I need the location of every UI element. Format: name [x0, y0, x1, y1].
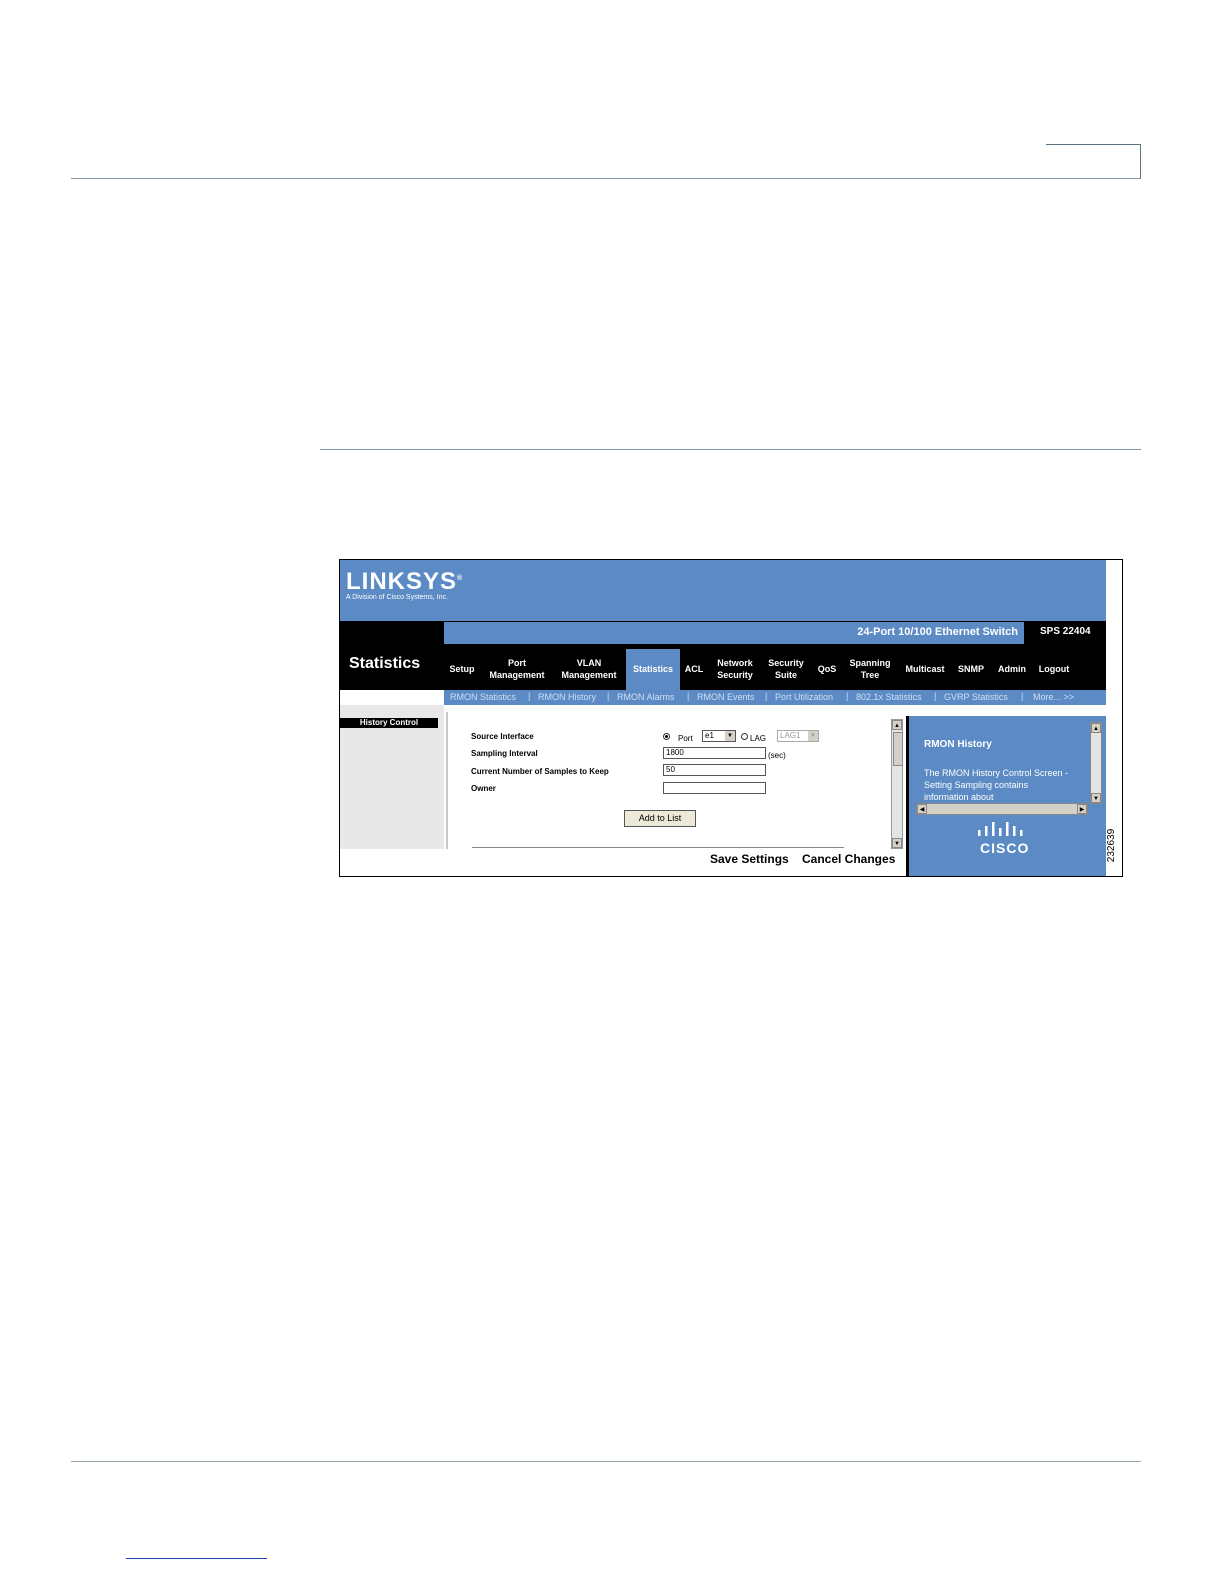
product-bar: 24-Port 10/100 Ethernet Switch	[444, 622, 1024, 644]
help-horizontal-scrollbar[interactable]: ◀ ▶	[916, 803, 1088, 815]
chevron-down-icon: ▼	[808, 731, 818, 741]
tab-label: Port Management	[489, 658, 545, 680]
lag-radio[interactable]	[741, 733, 748, 740]
product-name: 24-Port 10/100 Ethernet Switch	[857, 626, 1018, 638]
lag-select[interactable]: LAG1 ▼	[777, 730, 819, 742]
help-vertical-scrollbar[interactable]: ▲ ▼	[1090, 722, 1102, 804]
owner-input[interactable]	[663, 782, 766, 794]
tab-acl[interactable]: ACL	[682, 663, 706, 675]
tab-label: Admin	[998, 664, 1026, 674]
logo-registered-mark: ®	[457, 575, 464, 582]
tab-label: Statistics	[632, 664, 674, 674]
history-control-menu-item[interactable]: History Control	[340, 718, 438, 728]
sampling-unit-label: (sec)	[768, 751, 786, 760]
tab-label: QoS	[817, 664, 837, 674]
sublink-8021x-statistics[interactable]: 802.1x Statistics	[856, 692, 922, 702]
scroll-up-icon[interactable]: ▲	[1091, 723, 1101, 733]
tab-vlan-management[interactable]: VLAN Management	[556, 657, 622, 681]
logo-subtitle: A Division of Cisco Systems, Inc.	[346, 594, 448, 601]
cisco-logo-icon	[978, 822, 1023, 836]
linksys-logo: LINKSYS®	[346, 568, 463, 596]
tab-network-security[interactable]: Network Security	[710, 657, 760, 681]
chapter-tab-box	[1046, 144, 1141, 179]
source-interface-label: Source Interface	[471, 732, 534, 741]
sublink-rmon-alarms[interactable]: RMON Alarms	[617, 692, 675, 702]
scroll-down-icon[interactable]: ▼	[892, 838, 902, 848]
tab-qos[interactable]: QoS	[812, 663, 842, 675]
tab-port-management[interactable]: Port Management	[484, 657, 550, 681]
port-radio[interactable]	[663, 733, 670, 740]
tab-security-suite[interactable]: Security Suite	[764, 657, 808, 681]
scrollbar-thumb[interactable]	[893, 732, 903, 766]
header-rule	[71, 178, 1141, 179]
model-name: SPS 22404	[1040, 626, 1091, 637]
sampling-interval-label: Sampling Interval	[471, 749, 538, 758]
sublink-rmon-history[interactable]: RMON History	[538, 692, 596, 702]
lag-radio-label: LAG	[750, 734, 767, 743]
port-select[interactable]: e1 ▼	[702, 730, 736, 742]
section-rule	[320, 449, 1141, 450]
save-settings-button[interactable]: Save Settings	[710, 852, 789, 866]
figure-number: 232639	[1106, 822, 1122, 872]
sublink-gvrp-statistics[interactable]: GVRP Statistics	[944, 692, 1008, 702]
lag-select-value: LAG1	[780, 731, 801, 740]
tab-admin[interactable]: Admin	[992, 663, 1032, 675]
samples-to-keep-input[interactable]: 50	[663, 764, 766, 776]
samples-to-keep-label: Current Number of Samples to Keep	[471, 767, 609, 776]
tab-statistics[interactable]: Statistics	[626, 663, 680, 675]
scroll-left-icon[interactable]: ◀	[917, 804, 927, 814]
logo-text: LINKSYS	[346, 568, 458, 595]
tab-spanning-tree[interactable]: Spanning Tree	[844, 657, 896, 681]
footer-rule	[71, 1461, 1141, 1462]
port-radio-label: Port	[678, 734, 693, 743]
tab-label: VLAN Management	[561, 658, 617, 680]
port-select-value: e1	[705, 731, 714, 740]
tab-label: Multicast	[905, 664, 945, 674]
cancel-changes-button[interactable]: Cancel Changes	[802, 852, 895, 866]
tab-label: Network Security	[717, 658, 753, 680]
subnav-separator: |	[765, 691, 768, 701]
sublink-port-utilization[interactable]: Port Utilization	[775, 692, 833, 702]
add-to-list-button[interactable]: Add to List	[624, 810, 696, 827]
tab-label: Security Suite	[768, 658, 804, 680]
tab-snmp[interactable]: SNMP	[954, 663, 988, 675]
tab-label: ACL	[684, 664, 704, 674]
section-title: Statistics	[349, 655, 421, 672]
tab-logout[interactable]: Logout	[1034, 663, 1074, 675]
subnav-separator: |	[607, 691, 610, 701]
footer-link-underline	[126, 1558, 267, 1559]
subnav-separator: |	[934, 691, 937, 701]
scroll-up-icon[interactable]: ▲	[892, 720, 902, 730]
sublink-rmon-events[interactable]: RMON Events	[697, 692, 755, 702]
scroll-down-icon[interactable]: ▼	[1091, 793, 1101, 803]
owner-label: Owner	[471, 784, 496, 793]
subnav-separator: |	[846, 691, 849, 701]
subnav-separator: |	[1021, 691, 1024, 701]
sublink-rmon-statistics[interactable]: RMON Statistics	[450, 692, 516, 702]
sublink-more[interactable]: More... >>	[1033, 692, 1074, 702]
form-vertical-scrollbar[interactable]: ▲ ▼	[891, 719, 903, 849]
tab-label: Setup	[449, 664, 475, 674]
subnav-separator: |	[687, 691, 690, 701]
chevron-down-icon: ▼	[725, 731, 735, 741]
web-ui-window: LINKSYS® A Division of Cisco Systems, In…	[340, 560, 1106, 876]
help-text: The RMON History Control Screen - Settin…	[924, 768, 1069, 802]
tab-label: SNMP	[957, 664, 984, 674]
tab-multicast[interactable]: Multicast	[900, 663, 950, 675]
cisco-wordmark: CISCO	[980, 840, 1030, 856]
subnav-separator: |	[528, 691, 531, 701]
form-divider	[472, 847, 844, 848]
scroll-right-icon[interactable]: ▶	[1077, 804, 1087, 814]
figure-number-text: 232639	[1106, 828, 1118, 863]
ui-screenshot-figure: LINKSYS® A Division of Cisco Systems, In…	[339, 559, 1123, 877]
tab-setup[interactable]: Setup	[446, 663, 478, 675]
tab-label: Logout	[1038, 664, 1070, 674]
tab-label: Spanning Tree	[849, 658, 891, 680]
help-title: RMON History	[924, 739, 992, 750]
sampling-interval-input[interactable]: 1800	[663, 747, 766, 759]
